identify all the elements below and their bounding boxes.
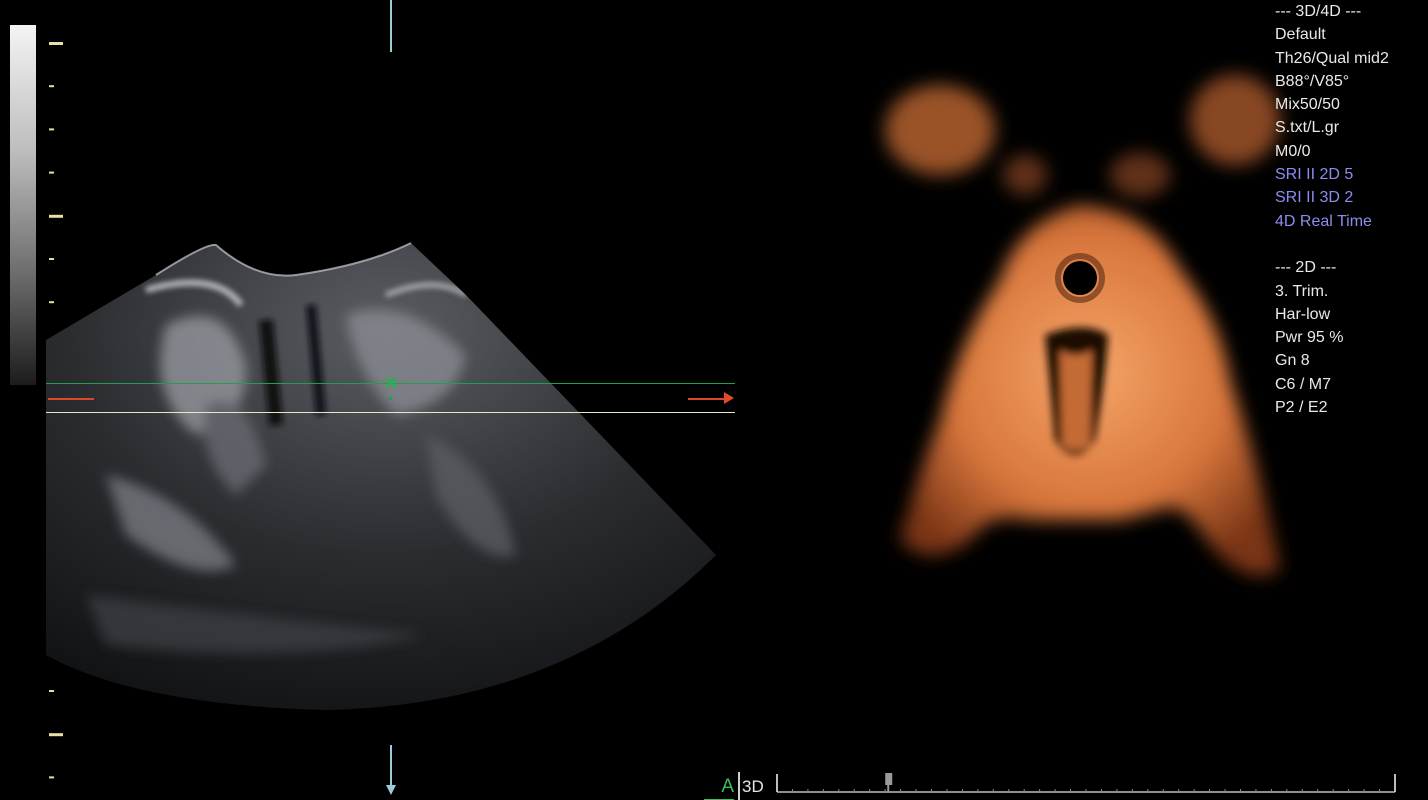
arrow-down-icon (386, 785, 396, 795)
ruler-major-tick (49, 214, 63, 218)
info-group-3d: --- 3D/4D --- Default Th26/Qual mid2 B88… (1275, 0, 1425, 233)
timeline-handle[interactable] (885, 773, 893, 785)
info-line: Default (1275, 26, 1326, 44)
x-cross-icon[interactable]: ✕ (382, 374, 400, 392)
ruler-minor-tick (49, 171, 54, 174)
info-line: SRI II 3D 2 (1275, 189, 1354, 207)
tab-separator (738, 772, 740, 800)
info-line: B88°/V85° (1275, 72, 1350, 90)
info-line: M0/0 (1275, 142, 1311, 160)
slice-line[interactable] (46, 412, 735, 413)
view-a-tab[interactable]: A (704, 775, 734, 800)
rendered-3d-volume (885, 75, 1280, 575)
ultrasound-2d-scan (46, 242, 716, 710)
red-marker-left (48, 398, 94, 400)
ruler-minor-tick (49, 85, 54, 88)
ruler-minor-tick (49, 128, 54, 131)
center-dot (389, 397, 392, 400)
info-line: 4D Real Time (1275, 212, 1372, 230)
mode-3d-tab[interactable]: 3D (742, 775, 772, 799)
top-axis-marker (390, 0, 392, 52)
info-line: Har-low (1275, 305, 1331, 323)
ruler-minor-tick (49, 776, 54, 779)
info-group-2d: --- 2D --- 3. Trim. Har-low Pwr 95 % Gn … (1275, 256, 1425, 419)
info-line: --- 3D/4D --- (1275, 3, 1362, 20)
cine-timeline[interactable] (775, 772, 1397, 796)
bottom-axis-marker (390, 745, 392, 787)
info-line: 3. Trim. (1275, 282, 1329, 300)
ruler-major-tick (49, 42, 63, 45)
parameter-panel: --- 3D/4D --- Default Th26/Qual mid2 B88… (1275, 0, 1425, 419)
info-line: S.txt/L.gr (1275, 119, 1340, 137)
info-line: P2 / E2 (1275, 399, 1328, 417)
grayscale-bar (10, 25, 36, 385)
info-line: --- 2D --- (1275, 259, 1337, 277)
info-line: Gn 8 (1275, 352, 1310, 370)
info-line: Th26/Qual mid2 (1275, 49, 1389, 67)
info-line: Pwr 95 % (1275, 329, 1344, 347)
info-line: C6 / M7 (1275, 375, 1332, 393)
info-line: SRI II 2D 5 (1275, 166, 1354, 184)
ruler-major-tick (49, 733, 63, 737)
arrow-right-icon[interactable] (724, 392, 734, 404)
info-line: Mix50/50 (1275, 96, 1340, 114)
